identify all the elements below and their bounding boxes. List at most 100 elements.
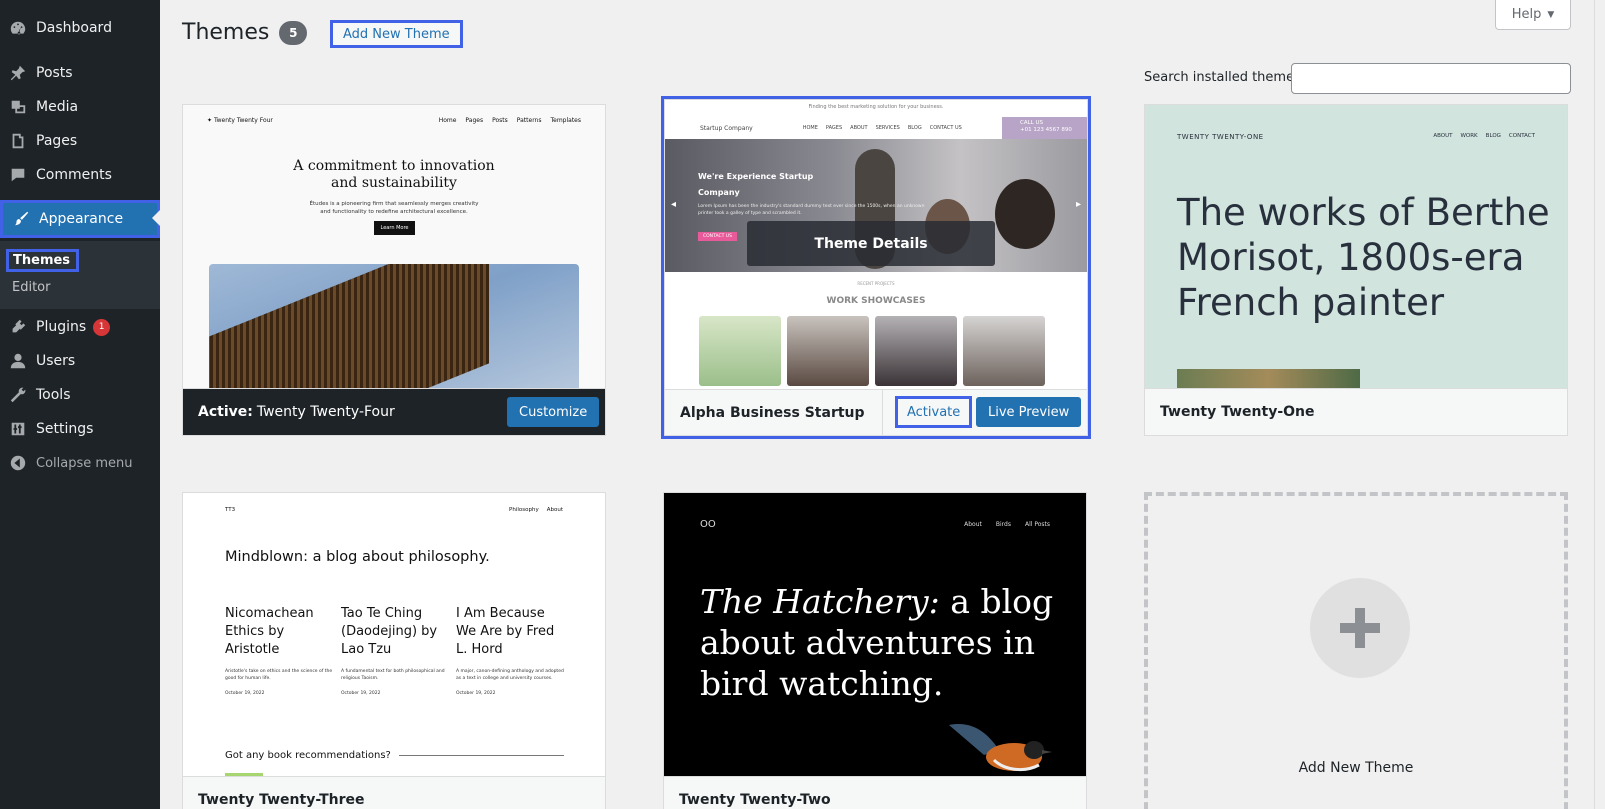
sidebar-item-tools[interactable]: Tools — [0, 378, 160, 412]
divider — [399, 755, 564, 756]
sidebar-item-pages[interactable]: Pages — [0, 124, 160, 158]
help-button[interactable]: Help ▼ — [1495, 0, 1571, 30]
theme-screenshot[interactable]: Finding the best marketing solution for … — [665, 100, 1087, 389]
showcase-tile — [963, 316, 1045, 386]
tt2-nav: About Birds All Posts — [964, 521, 1050, 528]
tt3-post: Tao Te Ching (Daodejing) by Lao Tzu A fu… — [341, 606, 445, 696]
alpha-recent-label: RECENT PROJECTS — [857, 281, 895, 286]
theme-name-bar: Twenty Twenty-One — [1145, 388, 1567, 435]
theme-card-twenty-twenty-two[interactable]: OO About Birds All Posts The Hatchery: a b… — [663, 492, 1087, 809]
sidebar-item-label: Pages — [36, 133, 78, 149]
activate-button[interactable]: Activate — [895, 396, 973, 428]
sidebar-item-label: Appearance — [39, 211, 124, 227]
collapse-icon — [0, 454, 36, 472]
slider-next-icon: ▸ — [1075, 199, 1081, 210]
alpha-header: Startup Company HOME PAGES ABOUT SERVICES BL… — [665, 117, 1087, 139]
sidebar-item-label: Comments — [36, 167, 112, 183]
alpha-contact-button: CONTACT US — [698, 232, 737, 241]
tt4-nav: ✦ Twenty Twenty Four Home Pages Posts Patte… — [207, 117, 581, 124]
comments-icon — [0, 166, 36, 184]
add-new-theme-card[interactable]: Add New Theme — [1144, 492, 1568, 809]
theme-name: Twenty Twenty-Two — [679, 792, 831, 808]
tt2-headline: The Hatchery: a blog about adventures in… — [700, 582, 1054, 703]
plugins-update-badge: 1 — [93, 318, 111, 336]
sidebar-item-label: Media — [36, 99, 79, 115]
theme-count-badge: 5 — [279, 20, 308, 45]
theme-card-twenty-twenty-three[interactable]: TT3 Philosophy About Mindblown: a blog ab… — [182, 492, 606, 809]
theme-screenshot[interactable]: TWENTY TWENTY-ONE ABOUT WORK BLOG CONTACT T… — [1145, 105, 1567, 388]
pin-icon — [0, 64, 36, 82]
tt3-headline: Mindblown: a blog about philosophy. — [225, 549, 490, 565]
sidebar-item-label: Posts — [36, 65, 73, 81]
dashboard-icon — [0, 19, 36, 37]
sidebar-item-label: Dashboard — [36, 20, 112, 36]
sidebar-item-appearance[interactable]: Appearance — [0, 200, 160, 238]
live-preview-button[interactable]: Live Preview — [976, 397, 1082, 427]
media-icon — [0, 98, 36, 116]
sidebar-item-comments[interactable]: Comments — [0, 158, 160, 192]
customize-button[interactable]: Customize — [507, 397, 600, 427]
sidebar-item-users[interactable]: Users — [0, 344, 160, 378]
sidebar-item-posts[interactable]: Posts — [0, 56, 160, 90]
brush-icon — [3, 210, 39, 228]
settings-icon — [0, 420, 36, 438]
tt4-nav-links: Home Pages Posts Patterns Templates — [438, 117, 581, 124]
tt3-nav: Philosophy About — [509, 507, 563, 513]
submenu-item-label: Editor — [12, 280, 51, 295]
theme-name: Twenty Twenty-Three — [198, 792, 365, 808]
tt1-nav: ABOUT WORK BLOG CONTACT — [1433, 133, 1535, 139]
plugin-icon — [0, 318, 36, 336]
submenu-item-editor[interactable]: Editor — [12, 280, 50, 295]
tt1-painting-image — [1177, 369, 1360, 388]
sidebar-item-label: Tools — [36, 387, 71, 403]
sidebar-item-plugins[interactable]: Plugins 1 — [0, 310, 160, 344]
page-title-text: Themes — [182, 20, 270, 45]
showcase-tile — [875, 316, 957, 386]
tt1-brand: TWENTY TWENTY-ONE — [1177, 133, 1264, 141]
theme-details-button[interactable]: Theme Details — [747, 221, 995, 266]
search-themes-input[interactable] — [1291, 63, 1571, 94]
pages-icon — [0, 132, 36, 150]
add-new-theme-button[interactable]: Add New Theme — [330, 20, 463, 48]
sidebar-item-media[interactable]: Media — [0, 90, 160, 124]
collapse-label: Collapse menu — [36, 455, 133, 471]
add-new-theme-label: Add New Theme — [1298, 760, 1414, 776]
theme-screenshot[interactable]: ✦ Twenty Twenty Four Home Pages Posts Patte… — [183, 105, 605, 388]
tt4-brand: ✦ Twenty Twenty Four — [207, 117, 273, 124]
tt3-post: Nicomachean Ethics by Aristotle Aristotl… — [225, 606, 333, 696]
theme-card-alpha-business-startup[interactable]: Finding the best marketing solution for … — [661, 96, 1091, 439]
bird-illustration — [949, 724, 1052, 772]
theme-card-twenty-twenty-four[interactable]: ✦ Twenty Twenty Four Home Pages Posts Patte… — [182, 104, 606, 436]
slider-prev-icon: ◂ — [671, 199, 677, 210]
tt3-question: Got any book recommendations? — [225, 750, 391, 761]
add-circle — [1310, 578, 1410, 678]
tt4-learn-more: Learn More — [374, 221, 415, 235]
alpha-nav: HOME PAGES ABOUT SERVICES BLOG CONTACT US — [802, 125, 962, 131]
theme-name: Twenty Twenty-One — [1160, 404, 1315, 420]
alpha-brand: Startup Company — [700, 124, 753, 132]
submenu-item-label: Themes — [13, 253, 71, 268]
plus-icon — [1340, 608, 1380, 648]
tt2-logo: OO — [700, 519, 716, 530]
users-icon — [0, 352, 36, 370]
alpha-hero-text: Lorem Ipsum has been the industry's stan… — [698, 204, 925, 216]
tt3-post: I Am Because We Are by Fred L. Hord A ma… — [456, 606, 564, 696]
theme-card-twenty-twenty-one[interactable]: TWENTY TWENTY-ONE ABOUT WORK BLOG CONTACT T… — [1144, 104, 1568, 436]
theme-name-bar: Twenty Twenty-Three — [183, 776, 605, 809]
tt4-description: Études is a pioneering firm that seamles… — [309, 201, 479, 215]
theme-name-bar: Twenty Twenty-Two — [664, 776, 1086, 809]
alpha-showcase-tiles — [699, 316, 1045, 386]
showcase-tile — [699, 316, 781, 386]
help-label: Help — [1511, 7, 1542, 22]
theme-screenshot[interactable]: TT3 Philosophy About Mindblown: a blog ab… — [183, 493, 605, 776]
sidebar-item-dashboard[interactable]: Dashboard — [0, 11, 160, 45]
page-scrollbar[interactable] — [1594, 0, 1605, 809]
tools-icon — [0, 386, 36, 404]
alpha-hero-title: We're Experience Startup Company — [698, 172, 814, 197]
alpha-call-box: CALL US +01 123 4567 890 — [1002, 117, 1087, 139]
sidebar-item-settings[interactable]: Settings — [0, 412, 160, 446]
collapse-menu-button[interactable]: Collapse menu — [0, 446, 160, 480]
theme-screenshot[interactable]: OO About Birds All Posts The Hatchery: a b… — [664, 493, 1086, 776]
submenu-item-themes[interactable]: Themes — [6, 249, 80, 272]
alpha-topline: Finding the best marketing solution for … — [808, 104, 944, 110]
